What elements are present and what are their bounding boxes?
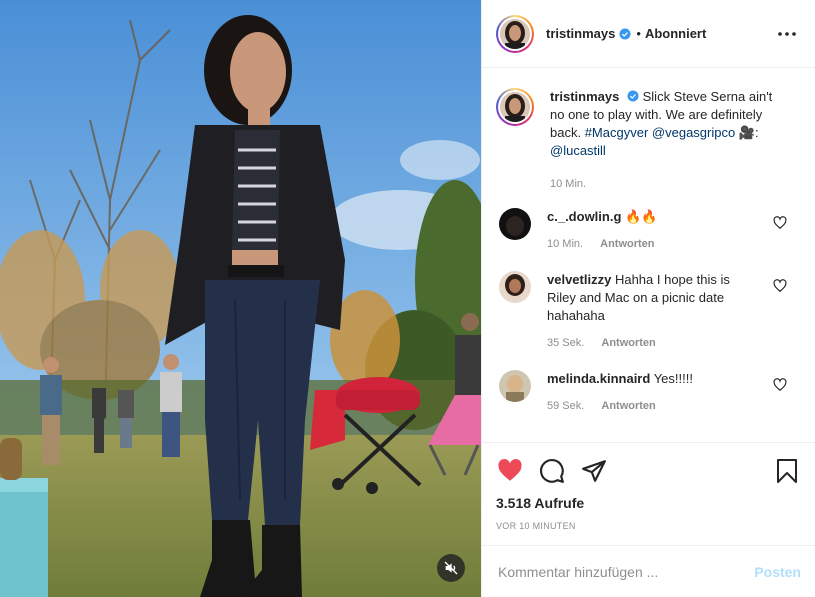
post-comment-button[interactable]: Posten bbox=[754, 564, 801, 580]
more-options-icon bbox=[778, 31, 796, 36]
heart-filled-icon bbox=[498, 459, 522, 481]
video-frame bbox=[0, 0, 481, 597]
mention-link[interactable]: @vegasgripco bbox=[652, 125, 735, 140]
reply-button[interactable]: Antworten bbox=[601, 400, 655, 412]
commenter-username-link[interactable]: c._.dowlin.g bbox=[547, 209, 621, 224]
author-username-link[interactable]: tristinmays bbox=[546, 26, 615, 41]
comment-composer: Posten bbox=[482, 545, 815, 597]
comment-button[interactable] bbox=[538, 457, 566, 485]
mute-toggle-button[interactable] bbox=[437, 554, 465, 582]
view-count[interactable]: 3.518 Aufrufe bbox=[496, 495, 801, 511]
comment-timestamp: 10 Min. bbox=[547, 238, 584, 250]
follow-state-button[interactable]: Abonniert bbox=[645, 26, 706, 41]
like-button[interactable] bbox=[496, 457, 524, 485]
post-video[interactable] bbox=[0, 0, 481, 597]
hashtag-link[interactable]: #Macgyver bbox=[585, 125, 649, 140]
author-avatar-image bbox=[500, 18, 530, 49]
post-timestamp: VOR 10 MINUTEN bbox=[496, 521, 576, 531]
like-comment-icon[interactable] bbox=[773, 378, 787, 392]
commenter-avatar[interactable] bbox=[499, 271, 531, 303]
share-button[interactable] bbox=[580, 457, 608, 485]
save-button[interactable] bbox=[773, 457, 801, 485]
comment-item: c._.dowlin.g 🔥🔥 10 Min. Antworten bbox=[496, 208, 799, 253]
comment-timestamp: 35 Sek. bbox=[547, 337, 585, 349]
caption-text: tristinmays Slick Steve Serna ain't no o… bbox=[550, 88, 790, 160]
separator-dot: • bbox=[636, 26, 641, 41]
post-header: tristinmays • Abonniert bbox=[482, 0, 815, 68]
commenter-avatar[interactable] bbox=[499, 370, 531, 402]
verified-badge-icon bbox=[619, 28, 631, 39]
commenter-username-link[interactable]: velvetlizzy bbox=[547, 272, 611, 287]
like-comment-icon[interactable] bbox=[773, 216, 787, 230]
bookmark-icon bbox=[777, 459, 797, 483]
post-actions: 3.518 Aufrufe VOR 10 MINUTEN bbox=[482, 442, 815, 545]
comment-timestamp: 59 Sek. bbox=[547, 400, 585, 412]
author-avatar[interactable] bbox=[496, 14, 534, 53]
verified-badge-icon bbox=[627, 90, 639, 102]
more-options-button[interactable] bbox=[775, 22, 799, 46]
comment-item: velvetlizzy Hahha I hope this is Riley a… bbox=[496, 271, 799, 352]
comment-bubble-icon bbox=[540, 459, 564, 483]
caption-avatar-image bbox=[500, 92, 530, 122]
reply-button[interactable]: Antworten bbox=[600, 238, 654, 250]
mention-link[interactable]: @lucastill bbox=[550, 143, 606, 158]
comment-text: Yes!!!!! bbox=[653, 371, 693, 386]
instagram-post: tristinmays • Abonniert tristinmays Slic… bbox=[0, 0, 815, 597]
commenter-avatar[interactable] bbox=[499, 208, 531, 240]
caption-username-link[interactable]: tristinmays bbox=[550, 89, 619, 104]
comments-list[interactable]: tristinmays Slick Steve Serna ain't no o… bbox=[482, 68, 815, 442]
camera-emoji: 🎥 bbox=[738, 125, 756, 140]
like-comment-icon[interactable] bbox=[773, 279, 787, 293]
commenter-avatar-image bbox=[499, 271, 531, 303]
speaker-muted-icon bbox=[444, 561, 458, 575]
post-side-panel: tristinmays • Abonniert tristinmays Slic… bbox=[481, 0, 815, 597]
caption-author-avatar[interactable] bbox=[496, 88, 534, 126]
caption-colon: : bbox=[755, 125, 759, 140]
caption-timestamp: 10 Min. bbox=[550, 178, 587, 190]
commenter-username-link[interactable]: melinda.kinnaird bbox=[547, 371, 650, 386]
comment-input[interactable] bbox=[498, 563, 755, 580]
comment-text: 🔥🔥 bbox=[625, 209, 658, 224]
commenter-avatar-image bbox=[499, 370, 531, 402]
post-caption: tristinmays Slick Steve Serna ain't no o… bbox=[496, 88, 799, 160]
paper-plane-icon bbox=[582, 460, 606, 482]
comment-item: melinda.kinnaird Yes!!!!! 59 Sek. Antwor… bbox=[496, 370, 799, 415]
commenter-avatar-image bbox=[499, 208, 531, 240]
reply-button[interactable]: Antworten bbox=[601, 337, 655, 349]
